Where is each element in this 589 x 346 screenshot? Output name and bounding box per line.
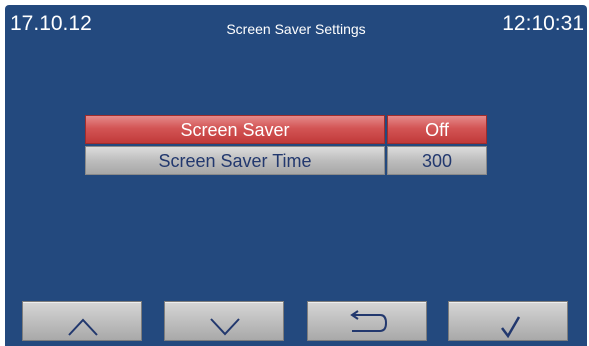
header-bar: 17.10.12 Screen Saver Settings 12:10:31 [5, 5, 587, 45]
screen-saver-label[interactable]: Screen Saver [85, 115, 385, 144]
screen-saver-time-label[interactable]: Screen Saver Time [85, 146, 385, 175]
back-button[interactable] [307, 301, 427, 341]
screen-saver-settings-screen: 17.10.12 Screen Saver Settings 12:10:31 … [5, 5, 587, 346]
up-button[interactable] [22, 301, 142, 341]
setting-row-screen-saver-time[interactable]: Screen Saver Time 300 [85, 146, 487, 175]
time-display: 12:10:31 [502, 12, 584, 35]
checkmark-icon [501, 316, 521, 339]
screen-saver-time-value[interactable]: 300 [387, 146, 487, 175]
return-arrow-icon [350, 310, 388, 332]
screen-saver-value[interactable]: Off [387, 115, 487, 144]
down-button[interactable] [164, 301, 284, 341]
chevron-up-icon [68, 318, 98, 336]
page-title: Screen Saver Settings [226, 21, 366, 37]
chevron-down-icon [210, 318, 240, 336]
setting-row-screen-saver[interactable]: Screen Saver Off [85, 115, 487, 144]
confirm-button[interactable] [448, 301, 568, 341]
